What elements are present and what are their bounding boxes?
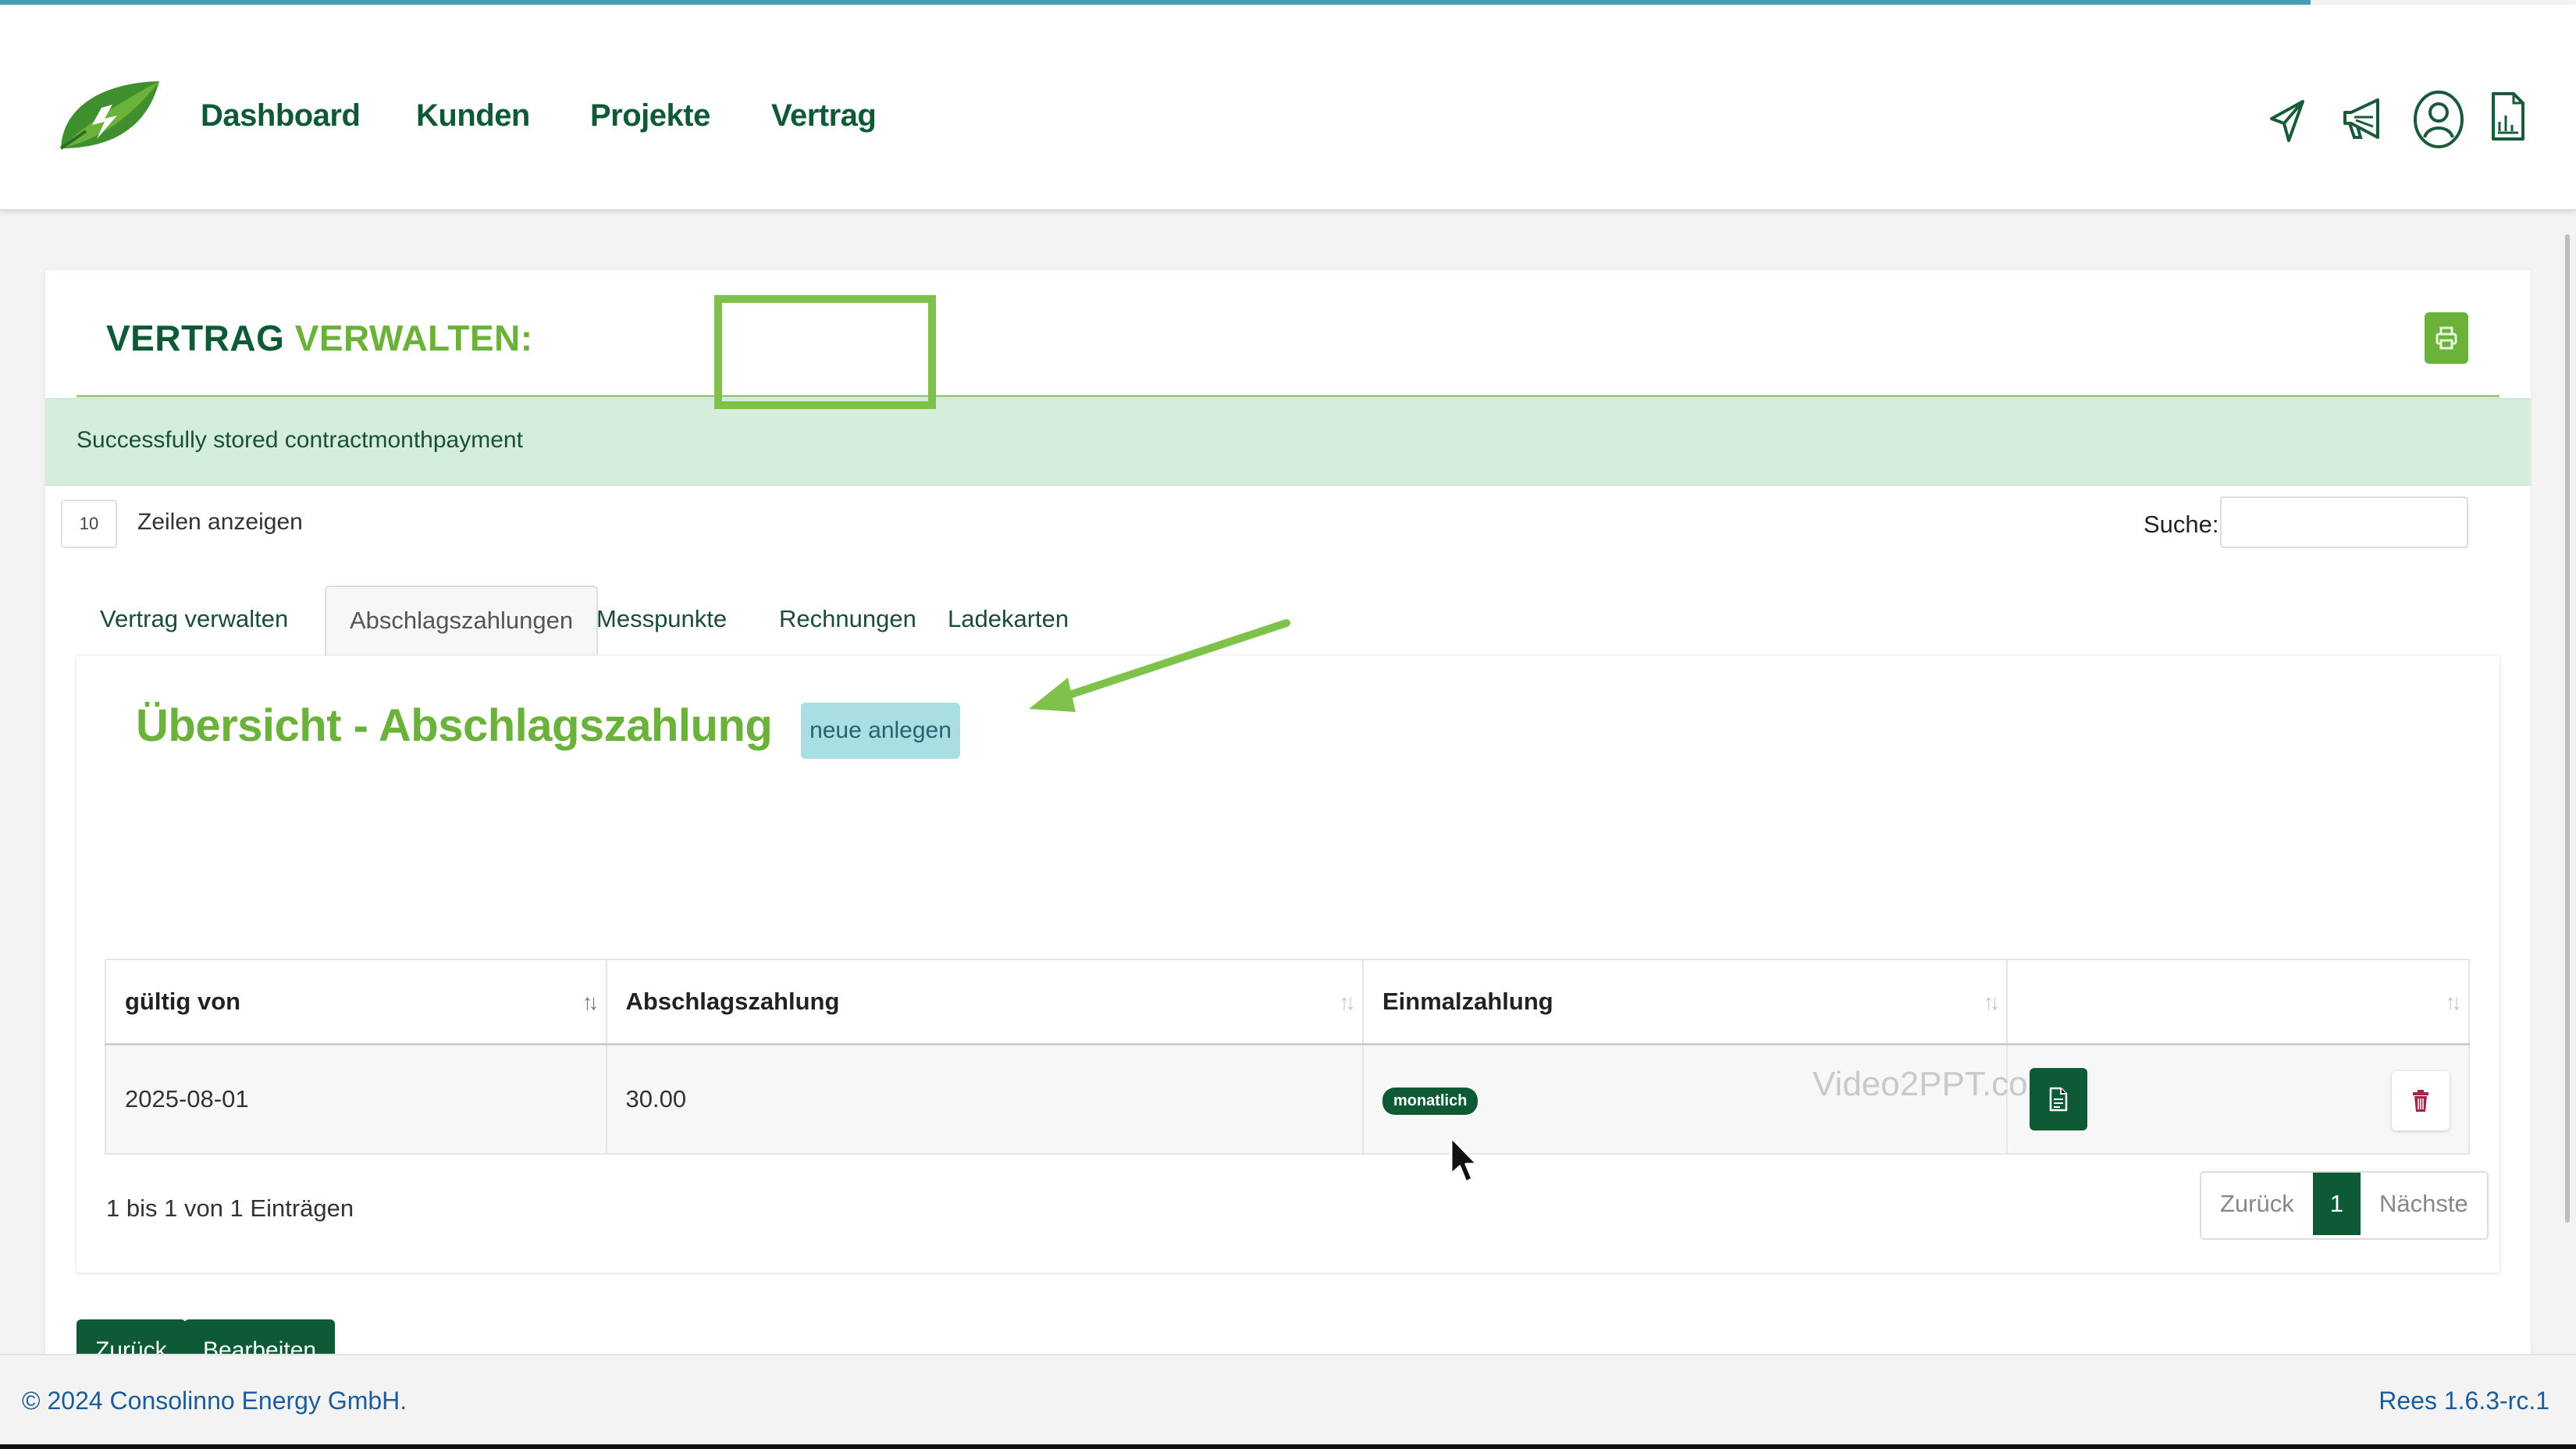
- tab-vertrag-verwalten[interactable]: Vertrag verwalten: [100, 586, 288, 656]
- nav-projekte[interactable]: Projekte: [590, 98, 710, 134]
- table-header-row: gültig von ↑↓ Abschlagszahlung ↑↓ Einmalza…: [105, 959, 2470, 1045]
- mouse-cursor-icon: [1450, 1136, 1478, 1184]
- tab-bar: Vertrag verwalten Abschlagszahlungen Mes…: [76, 586, 2500, 658]
- col-gueltig-von[interactable]: gültig von ↑↓: [105, 959, 607, 1045]
- panel-title: Übersicht - Abschlagszahlung: [136, 700, 773, 751]
- footer-copyright[interactable]: © 2024 Consolinno Energy GmbH.: [22, 1387, 407, 1415]
- page-title-word2: VERWALTEN:: [294, 318, 533, 358]
- new-entry-button[interactable]: neue anlegen: [801, 703, 960, 759]
- trash-icon: [2413, 1090, 2428, 1112]
- alert-text: Successfully stored contractmonthpayment: [76, 427, 523, 453]
- print-button[interactable]: [2425, 312, 2468, 364]
- pagination-page-1[interactable]: 1: [2312, 1173, 2361, 1235]
- nav-vertrag[interactable]: Vertrag: [771, 98, 877, 134]
- cell-amount: 30.00: [605, 1043, 1364, 1155]
- table-info: 1 bis 1 von 1 Einträgen: [106, 1194, 354, 1222]
- rows-per-page-label: Zeilen anzeigen: [137, 509, 303, 535]
- col-einmalzahlung[interactable]: Einmalzahlung ↑↓: [1361, 959, 2008, 1045]
- tab-abschlagszahlungen[interactable]: Abschlagszahlungen: [325, 586, 599, 656]
- page-title-word1: VERTRAG: [106, 318, 285, 358]
- sort-icon: ↑↓: [1338, 990, 1356, 1014]
- cell-valid-from: 2025-08-01: [105, 1043, 607, 1155]
- col-abschlagszahlung-label: Abschlagszahlung: [625, 988, 840, 1015]
- page-title: VERTRAG VERWALTEN:: [106, 317, 533, 359]
- col-actions[interactable]: ↑↓: [2006, 959, 2470, 1045]
- contract-card: VERTRAG VERWALTEN: Successfully stored c…: [45, 270, 2531, 1363]
- footer-version[interactable]: Rees 1.6.3-rc.1: [2379, 1387, 2549, 1415]
- nav-kunden[interactable]: Kunden: [416, 98, 530, 134]
- payments-table: gültig von ↑↓ Abschlagszahlung ↑↓ Einmalza…: [105, 959, 2470, 1155]
- send-icon[interactable]: [2267, 97, 2307, 145]
- print-icon: [2435, 326, 2457, 350]
- highlight-box: [714, 295, 936, 409]
- sort-icon: ↑↓: [582, 990, 600, 1014]
- tab-messpunkte[interactable]: Messpunkte: [596, 586, 727, 656]
- search-label: Suche:: [2144, 511, 2219, 538]
- user-icon[interactable]: [2412, 89, 2465, 150]
- col-gueltig-von-label: gültig von: [125, 988, 241, 1015]
- rows-per-page-select[interactable]: 10: [61, 500, 117, 548]
- bottom-strip: [0, 1444, 2576, 1449]
- pagination: Zurück 1 Nächste: [2200, 1171, 2489, 1240]
- watermark: Video2PPT.com: [1813, 1065, 2057, 1103]
- title-divider: [76, 395, 2500, 397]
- delete-row-button[interactable]: [2392, 1071, 2450, 1130]
- top-navbar: Dashboard Kunden Projekte Vertrag: [0, 5, 2576, 211]
- leaf-logo-icon[interactable]: [55, 77, 162, 155]
- pagination-next[interactable]: Nächste: [2361, 1173, 2487, 1235]
- pagination-prev[interactable]: Zurück: [2201, 1173, 2313, 1235]
- view-document-button[interactable]: [2030, 1068, 2087, 1130]
- nav-dashboard[interactable]: Dashboard: [201, 98, 361, 134]
- footer: © 2024 Consolinno Energy GmbH. Rees 1.6.…: [0, 1354, 2576, 1446]
- success-alert: Successfully stored contractmonthpayment: [45, 398, 2531, 486]
- col-abschlagszahlung[interactable]: Abschlagszahlung ↑↓: [605, 959, 1364, 1045]
- tab-rechnungen[interactable]: Rechnungen: [779, 586, 916, 656]
- sort-icon: ↑↓: [1983, 990, 2000, 1014]
- search-input[interactable]: [2220, 497, 2468, 548]
- table-row: 2025-08-01 30.00 monatlich: [105, 1043, 2470, 1155]
- status-badge: monatlich: [1382, 1088, 1478, 1115]
- file-icon: [2049, 1087, 2068, 1112]
- col-einmalzahlung-label: Einmalzahlung: [1382, 988, 1553, 1015]
- megaphone-icon[interactable]: [2339, 97, 2387, 145]
- document-chart-icon[interactable]: [2489, 91, 2528, 142]
- scrollbar[interactable]: [2565, 234, 2570, 1223]
- sort-icon: ↑↓: [2445, 990, 2462, 1014]
- tab-ladekarten[interactable]: Ladekarten: [948, 586, 1069, 656]
